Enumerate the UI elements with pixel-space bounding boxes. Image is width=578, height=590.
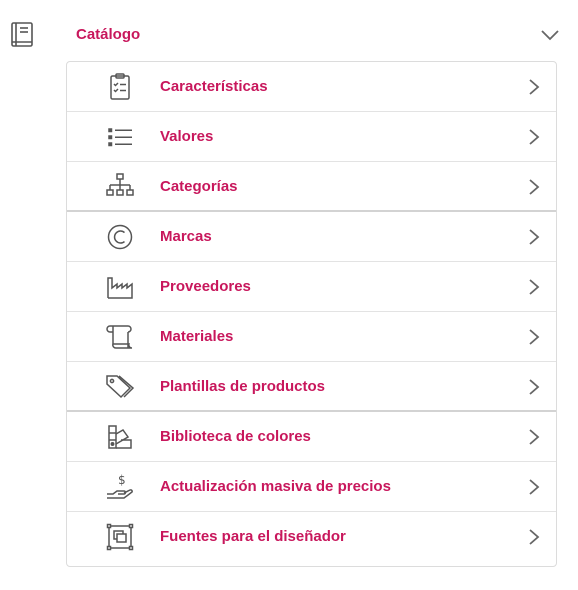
menu-item-label: Plantillas de productos (160, 378, 326, 395)
menu-item-fuentes[interactable]: Fuentes para el diseñador (67, 512, 556, 562)
layers-frame-icon (104, 522, 136, 552)
tags-icon (104, 372, 136, 402)
menu-item-label: Proveedores (160, 278, 251, 295)
clipboard-checklist-icon (104, 72, 136, 102)
menu-item-categorias[interactable]: Categorías (67, 162, 556, 212)
menu-item-caracteristicas[interactable]: Características (67, 62, 556, 112)
chevron-right-icon (528, 478, 540, 496)
catalog-menu: Características Valores Categorías Marca… (66, 61, 557, 567)
chevron-right-icon (528, 78, 540, 96)
menu-item-label: Categorías (160, 178, 238, 195)
book-icon (9, 21, 35, 49)
menu-item-materiales[interactable]: Materiales (67, 312, 556, 362)
menu-item-plantillas[interactable]: Plantillas de productos (67, 362, 556, 412)
menu-item-label: Valores (160, 128, 214, 145)
chevron-right-icon (528, 128, 540, 146)
menu-item-biblioteca-colores[interactable]: Biblioteca de colores (67, 412, 556, 462)
factory-icon (104, 272, 136, 302)
chevron-right-icon (528, 428, 540, 446)
menu-item-valores[interactable]: Valores (67, 112, 556, 162)
chevron-right-icon (528, 228, 540, 246)
chevron-right-icon (528, 328, 540, 346)
chevron-right-icon (528, 278, 540, 296)
sitemap-icon (104, 172, 136, 202)
menu-item-proveedores[interactable]: Proveedores (67, 262, 556, 312)
menu-item-label: Actualización masiva de precios (160, 478, 391, 495)
catalog-section-header[interactable]: Catálogo (66, 14, 564, 56)
menu-item-label: Características (160, 78, 268, 95)
chevron-right-icon (528, 528, 540, 546)
swatches-icon (104, 422, 136, 452)
menu-item-label: Marcas (160, 228, 212, 245)
menu-item-label: Biblioteca de colores (160, 428, 311, 445)
chevron-right-icon (528, 378, 540, 396)
section-title: Catálogo (76, 26, 141, 43)
chevron-right-icon (528, 178, 540, 196)
menu-item-actualizacion-precios[interactable]: $ Actualización masiva de precios (67, 462, 556, 512)
menu-item-label: Materiales (160, 328, 234, 345)
list-icon (104, 122, 136, 152)
chevron-down-icon[interactable] (540, 28, 560, 41)
menu-item-label: Fuentes para el diseñador (160, 528, 346, 545)
menu-item-marcas[interactable]: Marcas (67, 212, 556, 262)
scroll-icon (104, 322, 136, 352)
hand-dollar-icon: $ (104, 472, 136, 502)
svg-text:$: $ (118, 473, 126, 487)
copyright-icon (104, 222, 136, 252)
